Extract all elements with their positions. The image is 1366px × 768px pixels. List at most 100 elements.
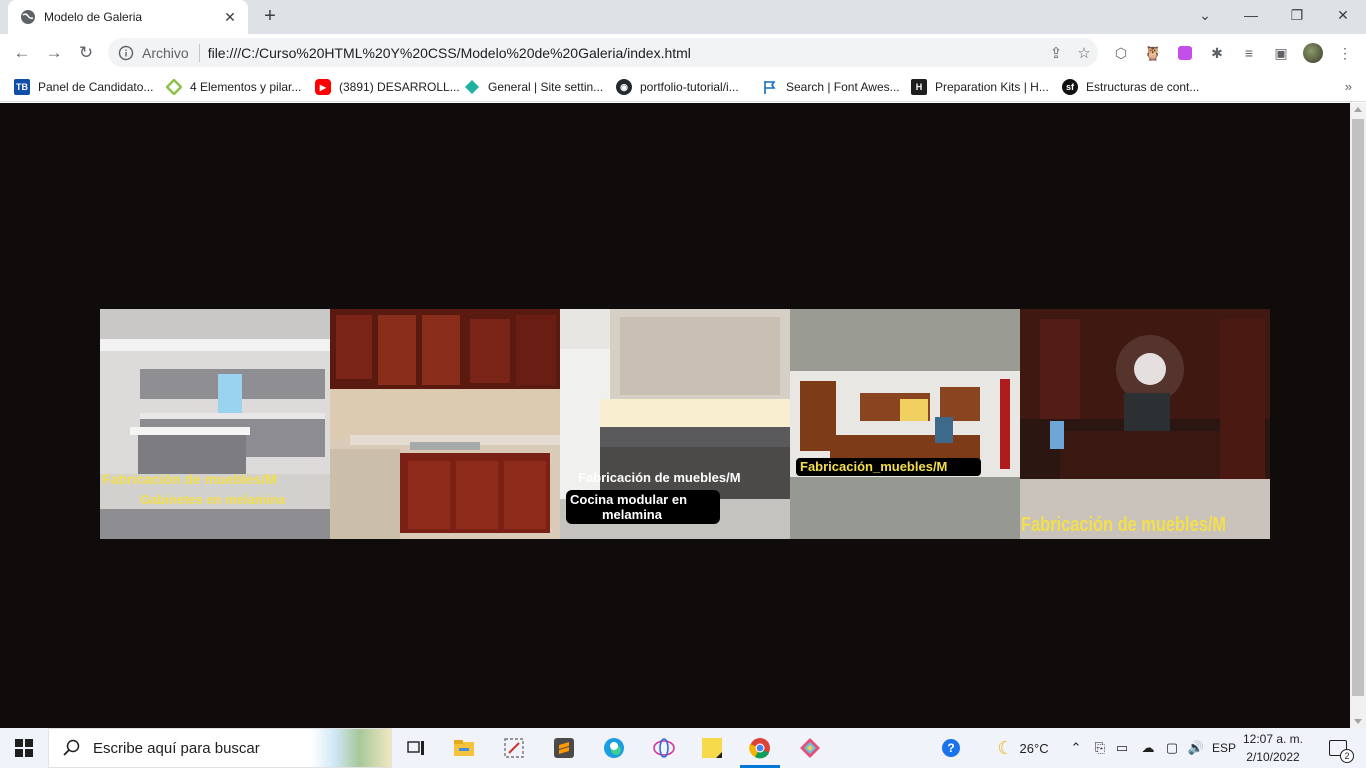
gallery-image[interactable]: Fabricación de muebles/M Cocina modular …	[560, 309, 790, 539]
task-view-icon[interactable]	[392, 728, 440, 768]
netlify-icon	[464, 79, 480, 95]
reload-icon[interactable]: ↻	[72, 39, 100, 67]
battery-icon[interactable]: ▭	[1112, 728, 1132, 768]
clock-date: 2/10/2022	[1246, 750, 1300, 764]
windows-taskbar: Escribe aquí para buscar ? ☾ 26°C ⌃ ⎘ ▭ …	[0, 728, 1366, 768]
menu-dots-icon[interactable]: ⋮	[1334, 42, 1356, 64]
new-tab-button[interactable]: +	[258, 5, 282, 29]
bookmark-item[interactable]: H Preparation Kits | H...	[911, 76, 1049, 98]
sticky-notes-icon[interactable]	[688, 728, 736, 768]
gallery-image[interactable]: Fabricación de muebles/M Gabinetes en me…	[100, 309, 330, 539]
youtube-icon: ▶	[315, 79, 331, 95]
info-icon[interactable]	[118, 45, 134, 61]
onedrive-cloud-icon[interactable]: ☁	[1138, 728, 1158, 768]
search-highlight-image	[311, 729, 391, 767]
omnibox-divider	[198, 43, 200, 62]
caption-text: Gabinetes en melamina	[140, 492, 286, 507]
hackerrank-icon: H	[911, 79, 927, 95]
caption-text: Fabricación de muebles/M	[578, 470, 741, 485]
image-gallery: Fabricación de muebles/M Gabinetes en me…	[100, 309, 1270, 539]
url-text[interactable]: file:///C:/Curso%20HTML%20Y%20CSS/Modelo…	[208, 45, 1042, 61]
share-icon[interactable]: ⇪	[1042, 39, 1070, 67]
close-window-button[interactable]: ✕	[1320, 0, 1366, 30]
tab-modelo-de-galeria[interactable]: Modelo de Galeria ✕	[8, 0, 248, 34]
bookmark-item[interactable]: General | Site settin...	[464, 76, 603, 98]
snipping-tool-icon[interactable]	[490, 728, 538, 768]
volume-icon[interactable]: 🔊	[1186, 728, 1206, 768]
sublime-text-icon[interactable]	[540, 728, 588, 768]
notification-center-icon[interactable]: 2	[1318, 728, 1358, 768]
extension-owl-icon[interactable]: 🦉	[1142, 42, 1164, 64]
bookmark-label: Search | Font Awes...	[786, 80, 900, 94]
meet-now-icon[interactable]: ⎘	[1090, 728, 1110, 768]
bookmark-label: (3891) DESARROLL...	[339, 80, 460, 94]
network-icon[interactable]: ▢	[1162, 728, 1182, 768]
bookmark-item[interactable]: Search | Font Awes...	[762, 76, 900, 98]
back-arrow-icon[interactable]: ←	[8, 39, 36, 67]
taskbar-search-input[interactable]: Escribe aquí para buscar	[48, 728, 392, 768]
bookmark-item[interactable]: ▶ (3891) DESARROLL...	[315, 76, 460, 98]
extensions-puzzle-icon[interactable]: ✱	[1206, 42, 1228, 64]
close-tab-icon[interactable]: ✕	[222, 9, 238, 26]
page-content: Fabricación de muebles/M Gabinetes en me…	[0, 103, 1350, 728]
help-icon[interactable]: ?	[936, 728, 966, 768]
bookmark-label: Estructuras de cont...	[1086, 80, 1200, 94]
scheme-label: Archivo	[142, 44, 189, 61]
extension-purple-icon[interactable]	[1174, 42, 1196, 64]
gallery-image[interactable]: Fabricación de muebles/M	[1020, 309, 1270, 539]
diamond-outline-icon	[166, 79, 182, 95]
caption-text: Cocina modular en	[570, 492, 688, 507]
flag-icon	[762, 79, 778, 95]
more-bookmarks-icon[interactable]: »	[1345, 79, 1352, 94]
bookmark-label: portfolio-tutorial/i...	[640, 80, 739, 94]
bookmark-item[interactable]: 4 Elementos y pilar...	[166, 76, 301, 98]
file-explorer-icon[interactable]	[440, 728, 488, 768]
gallery-image[interactable]	[330, 309, 560, 539]
bookmark-label: 4 Elementos y pilar...	[190, 80, 302, 94]
profile-avatar[interactable]	[1302, 42, 1324, 64]
scrollbar-thumb[interactable]	[1352, 119, 1364, 696]
bookmarks-bar: TB Panel de Candidato... 4 Elementos y p…	[0, 71, 1366, 102]
tb-icon: TB	[14, 79, 30, 95]
moon-icon: ☾	[997, 737, 1014, 758]
forward-arrow-icon[interactable]: →	[40, 39, 68, 67]
scroll-down-icon[interactable]	[1354, 719, 1362, 724]
paint-3d-icon[interactable]	[640, 728, 688, 768]
taskbar-clock[interactable]: 12:07 a. m. 2/10/2022	[1238, 730, 1308, 766]
show-hidden-icons[interactable]: ⌃	[1066, 728, 1086, 768]
clock-time: 12:07 a. m.	[1242, 732, 1304, 746]
tab-title: Modelo de Galeria	[44, 10, 143, 24]
restore-button[interactable]: ❐	[1274, 0, 1320, 30]
chrome-icon[interactable]	[736, 728, 784, 768]
bookmark-item[interactable]: TB Panel de Candidato...	[14, 76, 153, 98]
extension-cube-icon[interactable]: ⬡	[1110, 42, 1132, 64]
tab-search-icon[interactable]: ⌄	[1182, 0, 1228, 30]
notification-count: 2	[1340, 749, 1354, 763]
search-placeholder: Escribe aquí para buscar	[93, 739, 260, 757]
tab-strip: Modelo de Galeria ✕ + ⌄ — ❐ ✕	[0, 0, 1366, 34]
github-icon: ◉	[616, 79, 632, 95]
caption-text: melamina	[602, 507, 662, 522]
caption-text: Fabricación de muebles/M	[102, 471, 278, 487]
minimize-button[interactable]: —	[1228, 0, 1274, 30]
media-control-icon[interactable]: ≡	[1238, 42, 1260, 64]
gallery-image[interactable]: Fabricación_muebles/M	[790, 309, 1020, 539]
symfony-icon: sf	[1062, 79, 1078, 95]
bookmark-label: Panel de Candidato...	[38, 80, 154, 94]
bookmark-item[interactable]: ◉ portfolio-tutorial/i...	[616, 76, 739, 98]
search-icon	[63, 739, 81, 757]
language-indicator[interactable]: ESP	[1210, 728, 1238, 768]
globe-icon	[20, 9, 36, 25]
gitkraken-icon[interactable]	[786, 728, 834, 768]
weather-widget[interactable]: ☾ 26°C	[988, 728, 1058, 768]
edge-browser-icon[interactable]	[590, 728, 638, 768]
browser-toolbar: ← → ↻ Archivo file:///C:/Curso%20HTML%20…	[0, 34, 1366, 71]
side-panel-icon[interactable]: ▣	[1270, 42, 1292, 64]
address-bar[interactable]: Archivo file:///C:/Curso%20HTML%20Y%20CS…	[108, 38, 1098, 67]
windows-start-icon[interactable]	[0, 728, 48, 768]
bookmark-item[interactable]: sf Estructuras de cont...	[1062, 76, 1199, 98]
page-scrollbar[interactable]	[1350, 103, 1366, 728]
scroll-up-icon[interactable]	[1354, 107, 1362, 112]
caption-text: Fabricación de muebles/M	[1021, 514, 1227, 536]
bookmark-star-icon[interactable]: ☆	[1070, 39, 1098, 67]
